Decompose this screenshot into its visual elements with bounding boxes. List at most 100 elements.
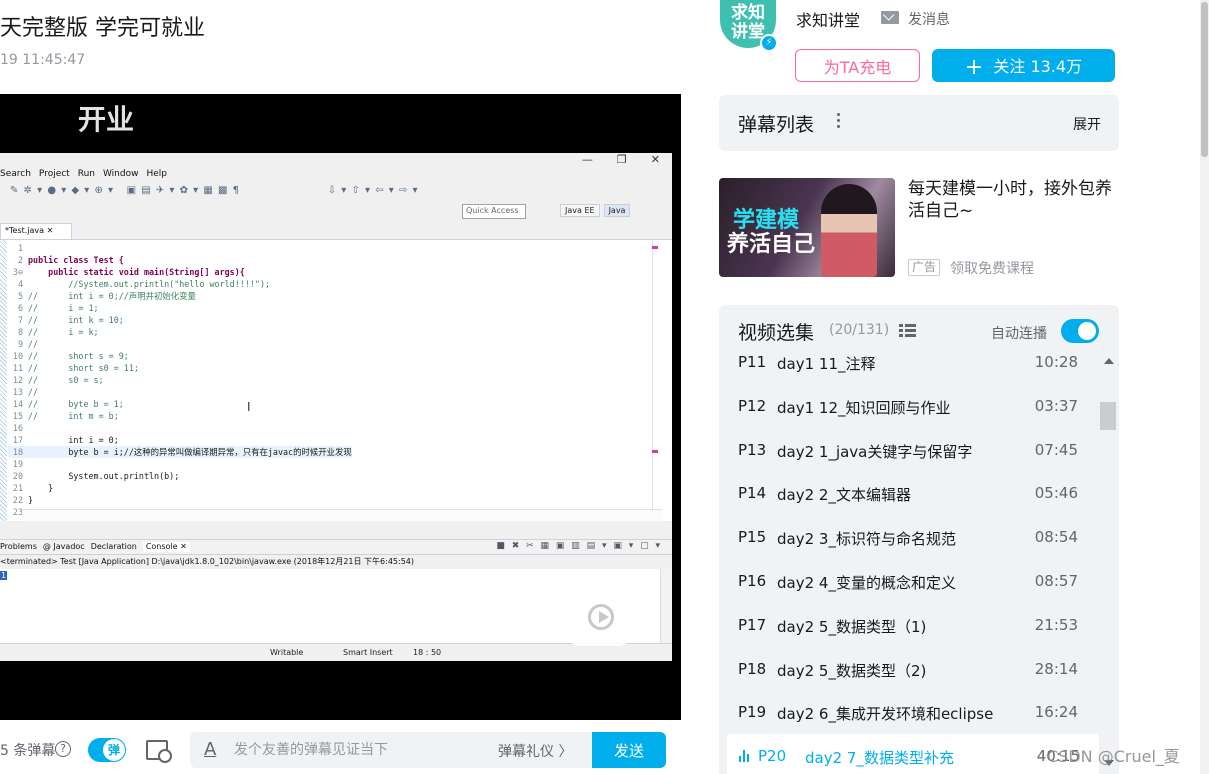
ide-menu-search: Search bbox=[0, 169, 31, 179]
list-view-icon[interactable] bbox=[899, 324, 916, 337]
code-line: 20 System.out.println(b); bbox=[8, 470, 352, 482]
page-scrollbar[interactable] bbox=[1200, 0, 1209, 774]
more-options-icon[interactable] bbox=[837, 113, 841, 131]
code-text: // i = k; bbox=[28, 327, 99, 337]
help-icon[interactable]: ? bbox=[55, 741, 71, 757]
code-line: 11 // short s0 = 11; bbox=[8, 362, 352, 374]
code-line: 21 } bbox=[8, 482, 352, 494]
ide-menu-window: Window bbox=[102, 169, 139, 179]
ide-perspectives: Java EE Java bbox=[560, 204, 631, 217]
ad-link[interactable]: 领取免费课程 bbox=[950, 258, 1034, 278]
mail-icon[interactable] bbox=[881, 11, 899, 24]
episode-item[interactable]: P19 day2 6_集成开发环境和eclipse 16:24 bbox=[719, 690, 1097, 734]
episode-item[interactable]: P18 day2 5_数据类型（2) 28:14 bbox=[719, 647, 1097, 691]
danmaku-settings-icon[interactable] bbox=[146, 740, 172, 763]
danmaku-list-panel[interactable]: 弹幕列表 展开 bbox=[719, 95, 1119, 151]
line-number: 12 bbox=[12, 375, 23, 385]
episode-item[interactable]: P17 day2 5_数据类型（1) 21:53 bbox=[719, 603, 1097, 647]
line-number: 9 bbox=[17, 339, 23, 349]
code-line: 10 // short s = 9; bbox=[8, 350, 352, 362]
follow-label: 关注 13.4万 bbox=[993, 57, 1083, 76]
minimize-icon: — bbox=[581, 153, 593, 166]
code-text: public static void main(String[] args){ bbox=[28, 267, 245, 277]
ide-statusbar: Writable Smart Insert 18 : 50 bbox=[0, 643, 672, 661]
tab-declaration: Declaration bbox=[90, 542, 137, 551]
editor-tab: *Test.java ✕ bbox=[0, 223, 72, 239]
code-line: 7 // int k = 10; bbox=[8, 314, 352, 326]
line-number: 19 bbox=[12, 459, 23, 469]
code-text: //System.out.println("hello world!!!!"); bbox=[28, 279, 271, 289]
episode-item[interactable]: P13 day2 1_java关键字与保留字 07:45 bbox=[719, 428, 1097, 472]
episode-number: P14 bbox=[738, 484, 767, 503]
code-line: 8 // i = k; bbox=[8, 326, 352, 338]
episode-count: (20/131) bbox=[829, 322, 890, 338]
video-player[interactable]: 开业 — ❐ ✕ Search Project Run Window Help … bbox=[0, 94, 681, 720]
line-number: 11 bbox=[12, 363, 23, 373]
code-text: // i = 1; bbox=[28, 303, 99, 313]
episode-number: P13 bbox=[738, 440, 767, 459]
danmaku-input-wrap: A 弹幕礼仪 〉 bbox=[190, 732, 592, 768]
verified-badge-icon: ⚡ bbox=[760, 34, 778, 52]
episode-scrollbar[interactable] bbox=[1099, 350, 1119, 774]
restore-icon: ❐ bbox=[616, 153, 627, 166]
text-cursor-icon: I bbox=[247, 400, 251, 414]
code-line: 18 byte b = i;//这种的异常叫做编译期异常，只有在javac的时候… bbox=[8, 446, 352, 458]
scroll-up-icon[interactable] bbox=[1104, 358, 1114, 364]
playing-bars-icon bbox=[739, 750, 753, 763]
ad-title[interactable]: 每天建模一小时，接外包养活自己~ bbox=[908, 178, 1123, 222]
charge-button[interactable]: 为TA充电 bbox=[795, 49, 920, 82]
episode-number: P18 bbox=[738, 659, 767, 678]
play-button[interactable] bbox=[566, 588, 632, 646]
code-line: 16 bbox=[8, 422, 352, 434]
font-style-icon[interactable]: A bbox=[204, 739, 216, 760]
line-number: 3⊖ bbox=[12, 267, 23, 277]
video-title: 天完整版 学完可就业 bbox=[0, 16, 205, 41]
follow-button[interactable]: + 关注 13.4万 bbox=[932, 49, 1115, 82]
tab-console: Console ✕ bbox=[142, 542, 190, 552]
console-output-area: 1 bbox=[0, 569, 660, 643]
episode-item[interactable]: P15 day2 3_标识符与命名规范 08:54 bbox=[719, 515, 1097, 559]
episode-title: day2 2_文本编辑器 bbox=[777, 486, 911, 505]
line-number: 6 bbox=[17, 303, 23, 313]
ad-badge: 广告 bbox=[908, 259, 941, 276]
code-line: 4 //System.out.println("hello world!!!!"… bbox=[8, 278, 352, 290]
expand-button[interactable]: 展开 bbox=[1073, 114, 1101, 134]
code-line: 9 // bbox=[8, 338, 352, 350]
episode-title: day2 3_标识符与命名规范 bbox=[777, 530, 956, 549]
episode-item[interactable]: P11 day1 11_注释 10:28 bbox=[719, 340, 1097, 384]
line-number: 10 bbox=[12, 351, 23, 361]
send-message-link[interactable]: 发消息 bbox=[908, 9, 950, 29]
console-scrollbar bbox=[660, 569, 672, 643]
episode-item[interactable]: P14 day2 2_文本编辑器 05:46 bbox=[719, 471, 1097, 515]
danmaku-list-title: 弹幕列表 bbox=[738, 114, 815, 136]
episode-number: P15 bbox=[738, 528, 767, 547]
episode-number: P12 bbox=[738, 396, 767, 415]
code-line: 1 bbox=[8, 242, 352, 254]
code-line: 2 public class Test { bbox=[8, 254, 352, 266]
episode-duration: 03:37 bbox=[1034, 396, 1078, 415]
watermark: CSDN @Cruel_夏 bbox=[1047, 747, 1180, 766]
episode-item[interactable]: P12 day1 12_知识回顾与作业 03:37 bbox=[719, 384, 1097, 428]
status-writable: Writable bbox=[270, 648, 304, 657]
episode-title: day2 1_java关键字与保留字 bbox=[777, 442, 973, 461]
console-toolbar: ■ ✖ ✂ ▦ ▣ ▥ ▤ ▾ ▣ ▾ ▢ ▾ bbox=[496, 541, 662, 551]
code-text: // short s = 9; bbox=[28, 351, 129, 361]
danmaku-etiquette-link[interactable]: 弹幕礼仪 〉 bbox=[498, 741, 572, 761]
code-line: 3⊖ public static void main(String[] args… bbox=[8, 266, 352, 278]
scroll-thumb[interactable] bbox=[1100, 402, 1116, 430]
uploader-name[interactable]: 求知讲堂 bbox=[796, 7, 860, 31]
play-icon bbox=[588, 604, 614, 630]
send-button[interactable]: 发送 bbox=[592, 732, 666, 768]
line-number: 21 bbox=[12, 483, 23, 493]
code-text: // byte b = 1; bbox=[28, 399, 124, 409]
episode-title: day2 7_数据类型补充 bbox=[805, 749, 954, 768]
ad-thumbnail[interactable]: 学建模 养活自己 bbox=[719, 178, 895, 277]
ide-menu-project: Project bbox=[38, 169, 70, 179]
episode-item[interactable]: P16 day2 4_变量的概念和定义 08:57 bbox=[719, 559, 1097, 603]
danmaku-input[interactable] bbox=[234, 740, 484, 760]
code-text: byte b = i;//这种的异常叫做编译期异常，只有在javac的时候开业发… bbox=[28, 447, 352, 457]
ide-menu-help: Help bbox=[146, 169, 168, 179]
episode-item-current[interactable]: P20 day2 7_数据类型补充 40:15 bbox=[727, 734, 1099, 774]
line-number: 1 bbox=[17, 243, 23, 253]
danmaku-toggle[interactable]: 弹 bbox=[88, 738, 126, 762]
